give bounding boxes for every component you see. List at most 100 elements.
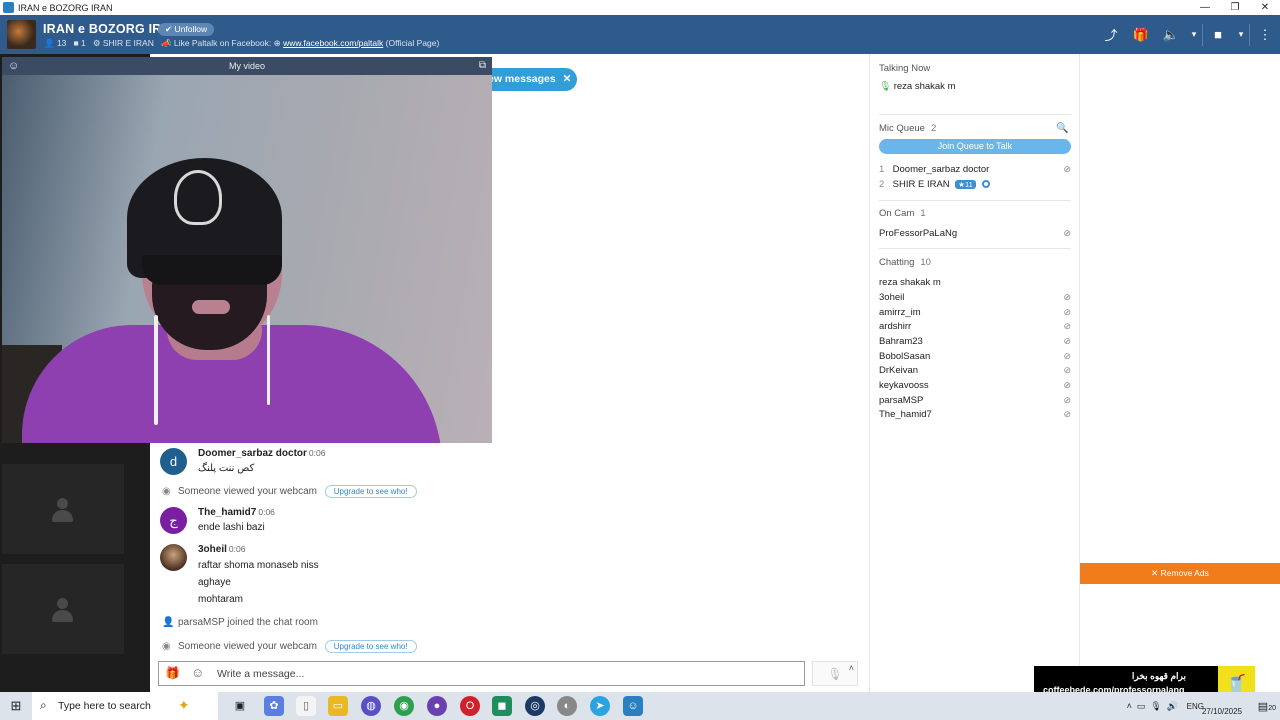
block-icon[interactable]: ⊘ <box>1063 365 1071 376</box>
cam-count: 1 <box>81 38 86 48</box>
person-placeholder-icon <box>52 498 73 524</box>
remove-ads-label: Remove Ads <box>1160 568 1209 578</box>
cam-tile[interactable] <box>2 464 124 554</box>
remove-ads-button[interactable]: ✕ Remove Ads <box>1080 563 1280 584</box>
share-icon[interactable]: ⤴ <box>1096 25 1126 44</box>
block-icon[interactable]: ⊘ <box>1063 336 1071 347</box>
telegram-icon[interactable]: ➤ <box>590 696 610 716</box>
room-avatar[interactable] <box>7 20 36 49</box>
system-text: parsaMSP joined the chat room <box>178 617 318 628</box>
message-time: 0:06 <box>228 544 246 554</box>
block-icon[interactable]: ⊘ <box>1063 351 1071 362</box>
app-icon[interactable]: ◐ <box>557 696 577 716</box>
volume-icon[interactable]: 🔈 <box>1156 27 1186 43</box>
chatting-user[interactable]: 3oheil ⊘ <box>879 292 1071 303</box>
my-video-window[interactable]: ☺ My video ⧉ <box>2 57 492 443</box>
room-user-list: Talking Now 🎙 reza shakak m Mic Queue 2 🔍… <box>869 54 1080 692</box>
windows-start-icon[interactable]: ⊞ <box>0 692 32 720</box>
close-icon[interactable]: ✕ <box>563 73 572 85</box>
message-author[interactable]: Doomer_sarbaz doctor <box>198 448 307 459</box>
divider <box>879 248 1071 249</box>
chevron-down-icon[interactable]: ▾ <box>1186 29 1202 40</box>
avatar[interactable]: d <box>160 448 187 475</box>
camera-icon[interactable]: ■ <box>1203 27 1233 42</box>
copilot-icon[interactable]: ✿ <box>264 696 284 716</box>
cam-count-icon: ■ <box>73 38 82 48</box>
search-icon[interactable]: 🔍 <box>1056 123 1068 134</box>
queue-user-name: SHIR E IRAN <box>892 179 950 190</box>
paltalk-taskbar-icon[interactable]: ☺ <box>623 696 643 716</box>
chevron-up-icon[interactable]: ˄ <box>849 656 854 681</box>
chatting-label: Chatting <box>879 257 915 268</box>
messenger-icon[interactable]: ◍ <box>361 696 381 716</box>
chatting-user[interactable]: Bahram23 ⊘ <box>879 336 1071 347</box>
join-queue-button[interactable]: Join Queue to Talk <box>879 139 1071 154</box>
block-icon[interactable]: ⊘ <box>1063 380 1071 391</box>
chatting-user[interactable]: DrKeivan ⊘ <box>879 365 1071 376</box>
paltalk-app-icon <box>3 2 14 13</box>
upgrade-button[interactable]: Upgrade to see who! <box>324 640 417 653</box>
file-icon[interactable]: ▯ <box>296 696 316 716</box>
block-icon[interactable]: ⊘ <box>1063 321 1071 332</box>
more-icon[interactable]: ⋮ <box>1250 27 1280 43</box>
avatar[interactable] <box>160 544 187 571</box>
chatting-user[interactable]: BobolSasan ⊘ <box>879 351 1071 362</box>
chevron-down-icon[interactable]: ▾ <box>1233 29 1249 40</box>
steam-icon[interactable]: ◎ <box>525 696 545 716</box>
file-explorer-icon[interactable]: ▭ <box>328 696 348 716</box>
task-view-icon[interactable]: ▣ <box>230 696 250 716</box>
queue-user-name: Doomer_sarbaz doctor <box>892 164 990 175</box>
person-icon: 👤 <box>162 617 175 628</box>
gift-icon[interactable]: 🎁 <box>1126 27 1156 43</box>
taskbar-search[interactable]: ⌕ Type here to search ✦ <box>32 692 218 720</box>
popout-icon[interactable]: ⧉ <box>479 57 486 75</box>
gift-icon[interactable]: 🎁 <box>165 666 180 680</box>
cam-tile[interactable] <box>2 564 124 654</box>
chrome-icon[interactable]: ◉ <box>394 696 414 716</box>
taskbar-search-input[interactable]: Type here to search <box>58 700 151 712</box>
app-icon[interactable]: ◼ <box>492 696 512 716</box>
on-cam-user[interactable]: ProFessorPaLaNg ⊘ <box>879 228 1071 239</box>
unfollow-button[interactable]: ✔ Unfollow <box>158 23 215 36</box>
block-icon[interactable]: ⊘ <box>1063 307 1071 318</box>
eye-icon: ◉ <box>162 486 171 497</box>
window-title: IRAN e BOZORG IRAN <box>18 2 113 13</box>
message-author[interactable]: The_hamid7 <box>198 507 256 518</box>
owner-icon: ⚙ <box>92 38 103 48</box>
room-owner[interactable]: SHIR E IRAN <box>103 38 154 48</box>
opera-icon[interactable]: O <box>460 696 480 716</box>
notification-icon[interactable]: ▤20 <box>1258 700 1276 713</box>
message-input[interactable]: Write a message... <box>217 668 304 680</box>
facebook-link[interactable]: www.facebook.com/paltalk <box>283 38 383 48</box>
chatting-user[interactable]: keykavooss ⊘ <box>879 380 1071 391</box>
minimize-button[interactable]: — <box>1190 0 1220 15</box>
date-display[interactable]: 27/10/2025 <box>1202 707 1242 716</box>
push-to-talk-button[interactable]: 🎙 ˄ <box>812 661 858 686</box>
close-button[interactable]: ✕ <box>1250 0 1280 15</box>
block-icon[interactable]: ⊘ <box>1063 164 1071 175</box>
emoji-icon[interactable]: ☺ <box>191 665 204 680</box>
chatting-user[interactable]: ardshirr ⊘ <box>879 321 1071 332</box>
queue-user[interactable]: 1 Doomer_sarbaz doctor ⊘ <box>879 164 1071 175</box>
message-author[interactable]: 3oheil <box>198 544 227 555</box>
avatar[interactable]: ج <box>160 507 187 534</box>
message-composer[interactable]: 🎁 ☺ Write a message... <box>158 661 805 686</box>
message-time: 0:06 <box>308 448 326 458</box>
system-tray-icons[interactable]: ˄▭🎙🔊 <box>1127 701 1183 712</box>
message-header: Doomer_sarbaz doctor 0:06 <box>198 448 325 459</box>
upgrade-button[interactable]: Upgrade to see who! <box>324 485 417 498</box>
chatting-user[interactable]: amirrz_im ⊘ <box>879 307 1071 318</box>
block-icon[interactable]: ⊘ <box>1063 409 1071 420</box>
chatting-user[interactable]: reza shakak m <box>879 277 1071 288</box>
block-icon[interactable]: ⊘ <box>1063 395 1071 406</box>
on-cam-label: On Cam <box>879 208 915 219</box>
queue-user[interactable]: 2 SHIR E IRAN ★11 <box>879 179 1071 190</box>
block-icon[interactable]: ⊘ <box>1063 292 1071 303</box>
person-mouth-area <box>192 300 230 314</box>
chatting-user[interactable]: The_hamid7 ⊘ <box>879 409 1071 420</box>
block-icon[interactable]: ⊘ <box>1063 228 1071 239</box>
talking-user[interactable]: 🎙 reza shakak m <box>879 81 1071 92</box>
chatting-user[interactable]: parsaMSP ⊘ <box>879 395 1071 406</box>
maximize-button[interactable]: ❐ <box>1220 0 1250 15</box>
app-icon[interactable]: ● <box>427 696 447 716</box>
